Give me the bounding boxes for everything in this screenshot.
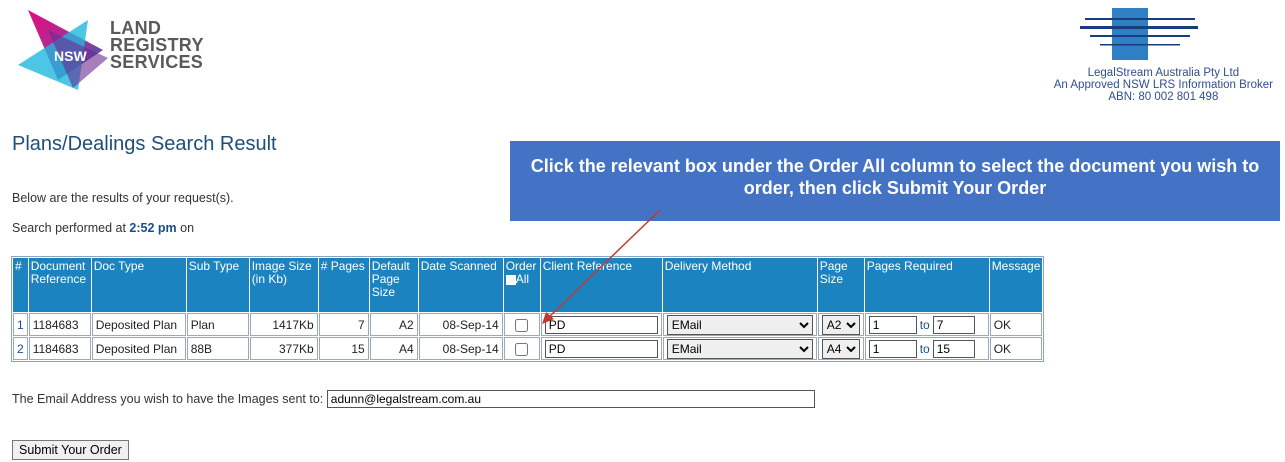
cell-client-ref [540, 337, 662, 360]
to-label: to [919, 341, 930, 356]
cell-order [503, 337, 540, 360]
delivery-method-select[interactable]: EMail [666, 314, 813, 335]
submit-order-button[interactable]: Submit Your Order [12, 440, 129, 460]
pages-from-input[interactable] [868, 315, 917, 334]
cell-default-size: A2 [369, 313, 418, 336]
col-image-size: Image Size (in Kb) [249, 258, 318, 312]
table-row: 1 1184683 Deposited Plan Plan 1417Kb 7 A… [13, 313, 1043, 336]
email-input[interactable] [326, 390, 815, 408]
page-size-select[interactable]: A4 [821, 338, 860, 359]
cell-message: OK [989, 337, 1043, 360]
cell-doc-ref: 1184683 [28, 337, 91, 360]
col-doc-type: Doc Type [91, 258, 186, 312]
performed-prefix: Search performed at [12, 221, 130, 235]
pages-from-input[interactable] [868, 339, 917, 358]
col-default-page-size: Default Page Size [369, 258, 418, 312]
cell-page-size: A4 [817, 337, 864, 360]
nsw-logo-text: LAND REGISTRY SERVICES [110, 19, 204, 72]
cell-image-size: 1417Kb [249, 313, 318, 336]
cell-pages: 7 [318, 313, 369, 336]
order-all-label: All [515, 272, 530, 286]
order-all-checkbox[interactable] [505, 274, 516, 285]
cell-page-size: A2 [817, 313, 864, 336]
cell-client-ref [540, 313, 662, 336]
broker-name: LegalStream Australia Pty Ltd [1087, 67, 1240, 79]
cell-delivery: EMail [662, 337, 817, 360]
col-page-size: Page Size [817, 258, 864, 312]
col-order: Order All [503, 258, 540, 312]
to-label: to [919, 317, 930, 332]
col-client-reference: Client Reference [540, 258, 662, 312]
order-checkbox[interactable] [515, 318, 529, 332]
page-size-select[interactable]: A2 [821, 314, 860, 335]
col-date-scanned: Date Scanned [418, 258, 503, 312]
client-reference-input[interactable] [544, 339, 658, 358]
cell-pages: 15 [318, 337, 369, 360]
cell-pages-required: to [864, 313, 989, 336]
email-label: The Email Address you wish to have the I… [12, 392, 324, 406]
row-number: 2 [13, 337, 28, 360]
instruction-callout: Click the relevant box under the Order A… [510, 141, 1280, 221]
cell-default-size: A4 [369, 337, 418, 360]
legalstream-logo [1080, 8, 1198, 60]
client-reference-input[interactable] [544, 315, 658, 334]
row-number: 1 [13, 313, 28, 336]
delivery-method-select[interactable]: EMail [666, 338, 813, 359]
intro-text: Below are the results of your request(s)… [12, 191, 234, 205]
col-hash: # [13, 258, 28, 312]
performed-suffix: on [176, 221, 195, 235]
cell-order [503, 313, 540, 336]
cell-pages-required: to [864, 337, 989, 360]
col-pages-required: Pages Required [864, 258, 989, 312]
col-delivery-method: Delivery Method [662, 258, 817, 312]
pages-to-input[interactable] [932, 339, 975, 358]
search-performed: Search performed at 2:52 pm on [12, 221, 194, 235]
cell-doc-type: Deposited Plan [91, 337, 186, 360]
page-title: Plans/Dealings Search Result [12, 133, 277, 155]
logo-line-services: SERVICES [110, 52, 204, 72]
col-message: Message [989, 258, 1043, 312]
cell-date-scanned: 08-Sep-14 [418, 337, 503, 360]
pages-to-input[interactable] [932, 315, 975, 334]
performed-time: 2:52 pm [129, 221, 177, 235]
cell-sub-type: 88B [186, 337, 249, 360]
table-row: 2 1184683 Deposited Plan 88B 377Kb 15 A4… [13, 337, 1043, 360]
cell-message: OK [989, 313, 1043, 336]
col-pages: # Pages [318, 258, 369, 312]
table-header-row: # Document Reference Doc Type Sub Type I… [13, 258, 1043, 312]
results-table: # Document Reference Doc Type Sub Type I… [11, 256, 1045, 362]
email-row: The Email Address you wish to have the I… [12, 390, 815, 408]
col-sub-type: Sub Type [186, 258, 249, 312]
cell-doc-type: Deposited Plan [91, 313, 186, 336]
broker-approval: An Approved NSW LRS Information Broker [1053, 79, 1273, 91]
cell-sub-type: Plan [186, 313, 249, 336]
nsw-badge: NSW [54, 48, 87, 64]
cell-date-scanned: 08-Sep-14 [418, 313, 503, 336]
cell-doc-ref: 1184683 [28, 313, 91, 336]
cell-image-size: 377Kb [249, 337, 318, 360]
broker-abn: ABN: 80 002 801 498 [1108, 91, 1219, 103]
broker-info: LegalStream Australia Pty Ltd An Approve… [1054, 67, 1273, 103]
order-checkbox[interactable] [515, 342, 529, 356]
col-document-reference: Document Reference [28, 258, 91, 312]
cell-delivery: EMail [662, 313, 817, 336]
